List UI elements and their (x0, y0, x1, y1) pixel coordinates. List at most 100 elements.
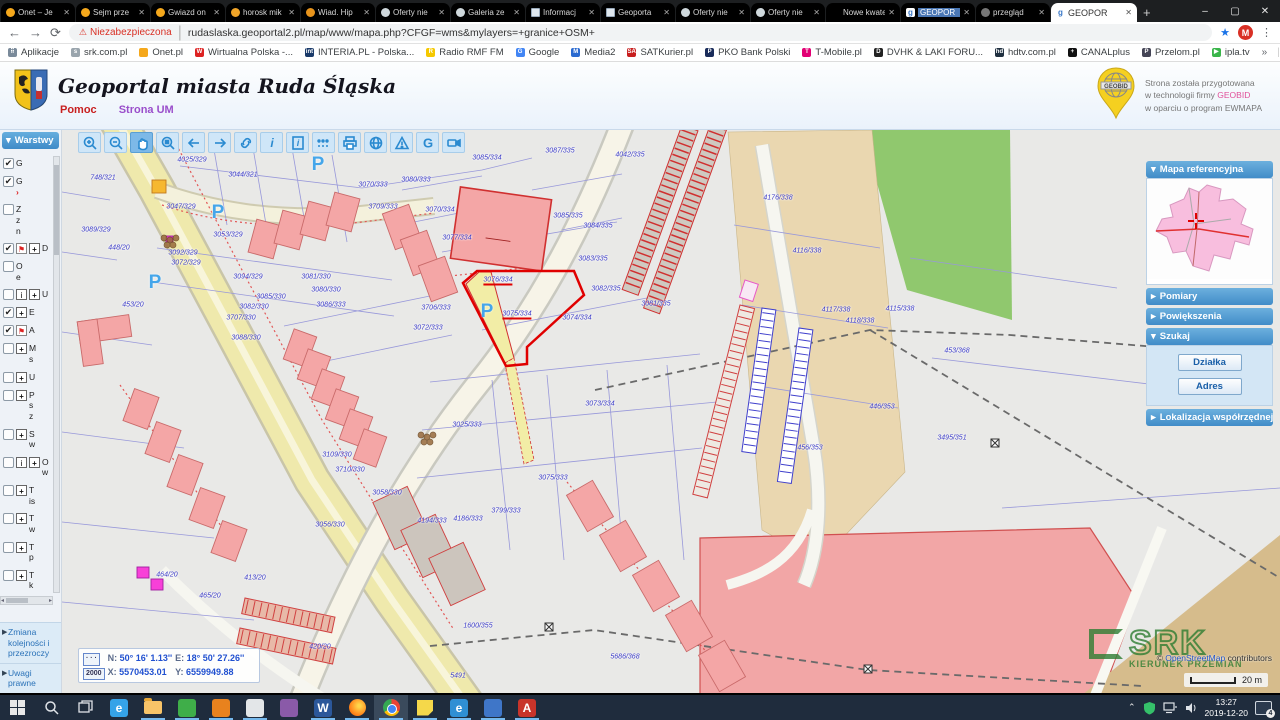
search-taskbar-button[interactable] (34, 695, 68, 720)
layer-item[interactable]: +Tp (3, 542, 53, 563)
tray-chevron-icon[interactable]: ⌃ (1128, 702, 1136, 713)
tab-close-icon[interactable]: ✕ (363, 8, 370, 17)
layer-item[interactable]: +Psz (3, 390, 53, 422)
chrome-taskbar-button[interactable] (374, 695, 408, 720)
print-tool-button[interactable] (338, 132, 361, 153)
openstreetmap-link[interactable]: OpenStreetMap (1165, 653, 1225, 663)
browser-tab[interactable]: Wiad. Hip✕ (301, 3, 375, 22)
zoom-out-tool-button[interactable] (104, 132, 127, 153)
tab-close-icon[interactable]: ✕ (663, 8, 670, 17)
layer-checkbox[interactable] (3, 513, 14, 524)
browser-tab[interactable]: Gwiazd on✕ (151, 3, 225, 22)
panel-section-powi-kszenia[interactable]: ▸Powiększenia (1146, 308, 1273, 325)
browser-tab[interactable]: Galeria ze✕ (451, 3, 525, 22)
expand-icon[interactable]: + (29, 243, 40, 254)
overview-minimap[interactable] (1147, 179, 1272, 279)
map-canvas[interactable] (62, 130, 1280, 693)
word-taskbar-button[interactable]: W (306, 695, 340, 720)
mail-app-taskbar-button[interactable] (204, 695, 238, 720)
irfanview-taskbar-button[interactable] (170, 695, 204, 720)
bookmark-item[interactable]: GGoogle (516, 47, 560, 58)
url-input[interactable]: ⚠ Niezabezpieczona | rudaslaska.geoporta… (69, 24, 1212, 41)
reload-icon[interactable]: ⟳ (50, 26, 61, 39)
layer-checkbox[interactable]: ✔ (3, 325, 14, 336)
profile-avatar[interactable]: M (1238, 25, 1253, 40)
layer-checkbox[interactable]: ✔ (3, 307, 14, 318)
tab-close-icon[interactable]: ✕ (1125, 8, 1132, 17)
tab-close-icon[interactable]: ✕ (138, 8, 145, 17)
browser-tab[interactable]: Geoporta✕ (601, 3, 675, 22)
bookmark-item[interactable]: PPKO Bank Polski (705, 47, 790, 58)
browser-tab[interactable]: przegląd✕ (976, 3, 1050, 22)
tab-close-icon[interactable]: ✕ (738, 8, 745, 17)
info-tool-button[interactable]: i (260, 132, 283, 153)
layer-item[interactable]: +Tk (3, 570, 53, 591)
bookmark-item[interactable]: WWirtualna Polska -... (195, 47, 293, 58)
bookmark-item[interactable]: Onet.pl (139, 47, 183, 58)
layer-item[interactable]: ✔⚑A (3, 325, 53, 336)
bookmarks-overflow-chevron[interactable]: » (1262, 47, 1268, 58)
bookmark-item[interactable]: TT-Mobile.pl (802, 47, 861, 58)
bookmark-item[interactable]: RRadio RMF FM (426, 47, 503, 58)
tab-close-icon[interactable]: ✕ (213, 8, 220, 17)
layer-item[interactable]: +Tw (3, 513, 53, 534)
expand-icon[interactable]: + (16, 343, 27, 354)
back-tool-button[interactable] (182, 132, 205, 153)
browser-tab[interactable]: Oferty nie✕ (751, 3, 825, 22)
expand-icon[interactable]: + (16, 513, 27, 524)
browser-tab[interactable]: Onet – Je✕ (1, 3, 75, 22)
warning-tool-button[interactable] (390, 132, 413, 153)
layer-checkbox[interactable] (3, 542, 14, 553)
layer-checkbox[interactable]: ✔ (3, 243, 14, 254)
forward-icon[interactable]: → (29, 26, 42, 39)
map-viewport[interactable]: 4025/3293044/321748/3213089/3293047/3293… (62, 130, 1280, 693)
google-tool-button[interactable]: G (416, 132, 439, 153)
edge-taskbar-button[interactable]: e (102, 695, 136, 720)
acrobat-taskbar-button[interactable]: A (510, 695, 544, 720)
tab-close-icon[interactable]: ✕ (1038, 8, 1045, 17)
expand-icon[interactable]: + (29, 457, 40, 468)
bookmark-item[interactable]: MMedia2 (571, 47, 615, 58)
layers-panel-header[interactable]: ▾ Warstwy (2, 132, 59, 149)
tab-close-icon[interactable]: ✕ (588, 8, 595, 17)
layer-checkbox[interactable]: ✔ (3, 158, 14, 169)
browser-tab[interactable]: Oferty nie✕ (376, 3, 450, 22)
volume-icon[interactable] (1185, 702, 1198, 714)
layer-item[interactable]: i+Ow (3, 457, 53, 478)
search-działka-button[interactable]: Działka (1178, 354, 1242, 371)
layer-item[interactable]: ✔⚑+D (3, 243, 53, 254)
help-link[interactable]: Pomoc (60, 104, 97, 116)
browser-tab[interactable]: horosk mik✕ (226, 3, 300, 22)
bookmark-item[interactable]: PPrzelom.pl (1142, 47, 1200, 58)
coordinate-marker-icon[interactable]: · · · (83, 653, 100, 666)
layer-checkbox[interactable] (3, 372, 14, 383)
zoom-window-tool-button[interactable] (156, 132, 179, 153)
zoom-in-tool-button[interactable] (78, 132, 101, 153)
layer-item[interactable]: ✔+E (3, 307, 53, 318)
bookmark-item[interactable]: ⠿Aplikacje (8, 47, 59, 58)
tab-close-icon[interactable]: ✕ (813, 8, 820, 17)
map-scale-value[interactable]: 2000 (83, 668, 105, 681)
expand-icon[interactable]: + (16, 372, 27, 383)
layer-item[interactable]: Zzn (3, 204, 53, 236)
taskbar-clock[interactable]: 13:272019-12-20 (1205, 697, 1248, 717)
browser-tab[interactable]: Informacj✕ (526, 3, 600, 22)
browser-tab[interactable]: Nowe kwate✕ (826, 3, 900, 22)
tab-close-icon[interactable]: ✕ (438, 8, 445, 17)
paint-3d-taskbar-button[interactable] (272, 695, 306, 720)
photos-taskbar-button[interactable] (476, 695, 510, 720)
back-icon[interactable]: ← (8, 26, 21, 39)
browser-tab-active[interactable]: gGEOPOR✕ (1051, 3, 1137, 22)
layer-item[interactable]: i+U (3, 289, 53, 300)
layer-item[interactable]: +U (3, 372, 53, 383)
bookmark-item[interactable]: +CANALplus (1068, 47, 1130, 58)
new-tab-button[interactable]: + (1143, 5, 1151, 20)
layer-checkbox[interactable] (3, 485, 14, 496)
bookmark-item[interactable]: DDVHK & LAKI FORU... (874, 47, 983, 58)
antivirus-shield-icon[interactable] (1143, 701, 1156, 715)
tab-close-icon[interactable]: ✕ (63, 8, 70, 17)
tab-close-icon[interactable]: ✕ (513, 8, 520, 17)
expand-icon[interactable]: + (29, 289, 40, 300)
internet-explorer-taskbar-button[interactable]: e (442, 695, 476, 720)
city-site-link[interactable]: Strona UM (119, 104, 174, 116)
